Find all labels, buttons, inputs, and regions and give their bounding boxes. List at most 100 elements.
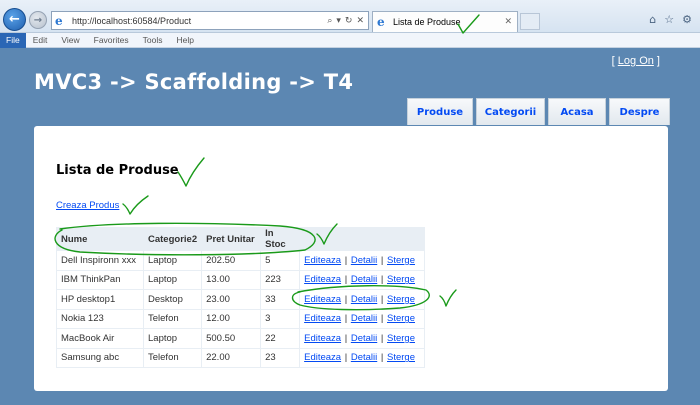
menu-tab-acasa[interactable]: Acasa [548, 98, 606, 125]
stop-icon[interactable]: ✕ [356, 16, 364, 26]
settings-gear-icon[interactable]: ⚙ [682, 13, 692, 26]
details-link[interactable]: Detalii [351, 333, 377, 344]
back-arrow-icon: ← [9, 12, 20, 27]
column-header-actions [299, 227, 426, 251]
cell-price: 202.50 [201, 250, 262, 271]
cell-price: 23.00 [201, 289, 262, 310]
dropdown-icon[interactable]: ▾ [336, 16, 341, 26]
table-header-row: Nume Categorie2 Pret Unitar In Stoc [56, 227, 426, 251]
new-tab-button[interactable] [520, 13, 540, 30]
cell-price: 500.50 [201, 328, 262, 349]
details-link[interactable]: Detalii [351, 352, 377, 363]
cell-price: 12.00 [201, 308, 262, 329]
cell-price: 13.00 [201, 269, 262, 290]
edit-link[interactable]: Editeaza [304, 352, 341, 363]
delete-link[interactable]: Sterge [387, 352, 415, 363]
details-link[interactable]: Detalii [351, 255, 377, 266]
cell-category: Telefon [142, 347, 203, 368]
table-row: Dell Inspironn xxx Laptop 202.50 5 Editeaza … [56, 250, 426, 271]
column-header-nume: Nume [56, 227, 144, 251]
menu-tab-categorii[interactable]: Categorii [476, 98, 545, 125]
cell-stock: 22 [260, 328, 301, 349]
action-separator: | [380, 274, 384, 286]
cell-name: HP desktop1 [56, 289, 144, 310]
menu-file[interactable]: File [0, 32, 26, 48]
create-product-link[interactable]: Creaza Produs [56, 200, 119, 211]
action-separator: | [380, 293, 384, 305]
site-menu: Produse Categorii Acasa Despre [407, 98, 670, 125]
edit-link[interactable]: Editeaza [304, 333, 341, 344]
details-link[interactable]: Detalii [351, 274, 377, 285]
edit-link[interactable]: Editeaza [304, 255, 341, 266]
cell-price: 22.00 [201, 347, 262, 368]
table-row: MacBook Air Laptop 500.50 22 Editeaza | Deta… [56, 328, 426, 349]
logon-link[interactable]: Log On [618, 55, 654, 67]
menu-favorites[interactable]: Favorites [87, 35, 136, 45]
action-separator: | [344, 352, 348, 364]
cell-category: Telefon [142, 308, 203, 329]
details-link[interactable]: Detalii [351, 294, 377, 305]
cell-stock: 5 [260, 250, 301, 271]
logon-bracket-close: ] [653, 55, 660, 67]
cell-name: Nokia 123 [56, 308, 144, 329]
products-table: Nume Categorie2 Pret Unitar In Stoc Dell… [56, 227, 426, 368]
delete-link[interactable]: Sterge [387, 274, 415, 285]
action-separator: | [344, 313, 348, 325]
back-button[interactable]: ← [3, 8, 26, 31]
cell-stock: 3 [260, 308, 301, 329]
cell-actions: Editeaza | Detalii | Sterge [299, 250, 426, 271]
browser-toolbar: ← → e http://localhost:60584/Product ⌕ ▾… [0, 0, 700, 33]
favorites-icon[interactable]: ☆ [664, 13, 674, 26]
tab-title: Lista de Produse [393, 17, 461, 27]
home-icon[interactable]: ⌂ [649, 13, 656, 26]
edit-link[interactable]: Editeaza [304, 294, 341, 305]
search-icon[interactable]: ⌕ [327, 16, 332, 26]
details-link[interactable]: Detalii [351, 313, 377, 324]
ie-icon: e [55, 13, 63, 28]
delete-link[interactable]: Sterge [387, 294, 415, 305]
edit-link[interactable]: Editeaza [304, 313, 341, 324]
cell-name: IBM ThinkPan [56, 269, 144, 290]
menu-help[interactable]: Help [169, 35, 200, 45]
cell-name: Dell Inspironn xxx [56, 250, 144, 271]
forward-button[interactable]: → [29, 11, 47, 29]
menu-tab-despre[interactable]: Despre [609, 98, 670, 125]
menu-edit[interactable]: Edit [26, 35, 55, 45]
action-separator: | [344, 293, 348, 305]
refresh-icon[interactable]: ↻ [345, 16, 353, 26]
action-separator: | [380, 313, 384, 325]
cell-stock: 223 [260, 269, 301, 290]
action-separator: | [344, 274, 348, 286]
delete-link[interactable]: Sterge [387, 313, 415, 324]
action-separator: | [344, 332, 348, 344]
cell-name: Samsung abc [56, 347, 144, 368]
cell-category: Laptop [142, 250, 203, 271]
column-header-pret: Pret Unitar [201, 227, 262, 251]
tab-close-icon[interactable]: ✕ [504, 17, 512, 27]
cell-category: Laptop [142, 328, 203, 349]
column-header-stoc: In Stoc [260, 227, 301, 251]
address-bar[interactable]: e http://localhost:60584/Product ⌕ ▾ ↻ ✕ [51, 11, 369, 30]
menu-tools[interactable]: Tools [136, 35, 170, 45]
table-row: HP desktop1 Desktop 23.00 33 Editeaza | Deta… [56, 289, 426, 310]
forward-arrow-icon: → [33, 14, 43, 26]
logon-area: [ Log On ] [612, 55, 660, 67]
address-url[interactable]: http://localhost:60584/Product [72, 16, 327, 26]
cell-name: MacBook Air [56, 328, 144, 349]
browser-menubar: File Edit View Favorites Tools Help [0, 32, 700, 48]
menu-tab-produse[interactable]: Produse [407, 98, 473, 125]
action-separator: | [344, 254, 348, 266]
browser-tab[interactable]: e Lista de Produse ✕ [372, 11, 518, 32]
edit-link[interactable]: Editeaza [304, 274, 341, 285]
cell-actions: Editeaza | Detalii | Sterge [299, 347, 426, 368]
delete-link[interactable]: Sterge [387, 333, 415, 344]
cell-actions: Editeaza | Detalii | Sterge [299, 289, 426, 310]
action-separator: | [380, 254, 384, 266]
table-row: IBM ThinkPan Laptop 13.00 223 Editeaza | Det… [56, 269, 426, 290]
action-separator: | [380, 352, 384, 364]
delete-link[interactable]: Sterge [387, 255, 415, 266]
menu-view[interactable]: View [54, 35, 86, 45]
action-separator: | [380, 332, 384, 344]
cell-actions: Editeaza | Detalii | Sterge [299, 328, 426, 349]
main-panel: Lista de Produse Creaza Produs Nume Cate… [34, 126, 668, 391]
